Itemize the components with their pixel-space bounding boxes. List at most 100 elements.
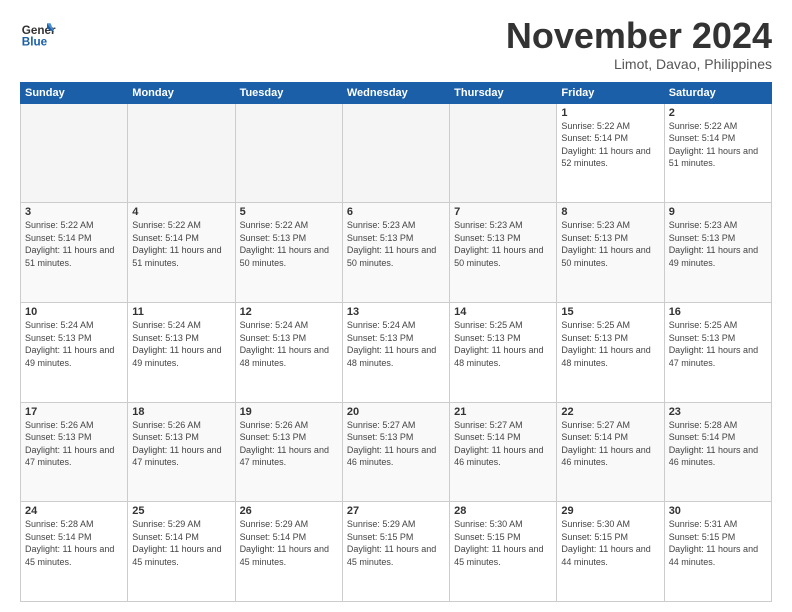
col-header-wednesday: Wednesday (342, 82, 449, 103)
day-number: 10 (25, 306, 123, 318)
day-info: Sunrise: 5:24 AM Sunset: 5:13 PM Dayligh… (240, 319, 338, 369)
day-cell: 18Sunrise: 5:26 AM Sunset: 5:13 PM Dayli… (128, 402, 235, 502)
day-cell: 6Sunrise: 5:23 AM Sunset: 5:13 PM Daylig… (342, 203, 449, 303)
day-number: 9 (669, 206, 767, 218)
day-info: Sunrise: 5:24 AM Sunset: 5:13 PM Dayligh… (25, 319, 123, 369)
week-row-3: 17Sunrise: 5:26 AM Sunset: 5:13 PM Dayli… (21, 402, 772, 502)
day-info: Sunrise: 5:27 AM Sunset: 5:13 PM Dayligh… (347, 419, 445, 469)
day-info: Sunrise: 5:26 AM Sunset: 5:13 PM Dayligh… (25, 419, 123, 469)
day-cell: 24Sunrise: 5:28 AM Sunset: 5:14 PM Dayli… (21, 502, 128, 602)
day-info: Sunrise: 5:24 AM Sunset: 5:13 PM Dayligh… (347, 319, 445, 369)
day-info: Sunrise: 5:25 AM Sunset: 5:13 PM Dayligh… (561, 319, 659, 369)
day-info: Sunrise: 5:22 AM Sunset: 5:14 PM Dayligh… (669, 120, 767, 170)
day-cell: 13Sunrise: 5:24 AM Sunset: 5:13 PM Dayli… (342, 302, 449, 402)
day-number: 17 (25, 406, 123, 418)
day-number: 5 (240, 206, 338, 218)
day-cell: 26Sunrise: 5:29 AM Sunset: 5:14 PM Dayli… (235, 502, 342, 602)
day-info: Sunrise: 5:26 AM Sunset: 5:13 PM Dayligh… (240, 419, 338, 469)
day-number: 2 (669, 107, 767, 119)
day-cell: 10Sunrise: 5:24 AM Sunset: 5:13 PM Dayli… (21, 302, 128, 402)
week-row-4: 24Sunrise: 5:28 AM Sunset: 5:14 PM Dayli… (21, 502, 772, 602)
day-number: 12 (240, 306, 338, 318)
day-cell: 23Sunrise: 5:28 AM Sunset: 5:14 PM Dayli… (664, 402, 771, 502)
page: General Blue November 2024 Limot, Davao,… (0, 0, 792, 612)
day-info: Sunrise: 5:23 AM Sunset: 5:13 PM Dayligh… (454, 219, 552, 269)
day-number: 28 (454, 505, 552, 517)
day-info: Sunrise: 5:29 AM Sunset: 5:14 PM Dayligh… (240, 518, 338, 568)
day-number: 1 (561, 107, 659, 119)
day-cell: 28Sunrise: 5:30 AM Sunset: 5:15 PM Dayli… (450, 502, 557, 602)
day-info: Sunrise: 5:29 AM Sunset: 5:14 PM Dayligh… (132, 518, 230, 568)
day-cell: 25Sunrise: 5:29 AM Sunset: 5:14 PM Dayli… (128, 502, 235, 602)
day-cell (235, 103, 342, 203)
day-cell: 20Sunrise: 5:27 AM Sunset: 5:13 PM Dayli… (342, 402, 449, 502)
day-cell: 15Sunrise: 5:25 AM Sunset: 5:13 PM Dayli… (557, 302, 664, 402)
day-cell: 17Sunrise: 5:26 AM Sunset: 5:13 PM Dayli… (21, 402, 128, 502)
day-number: 23 (669, 406, 767, 418)
col-header-sunday: Sunday (21, 82, 128, 103)
col-header-tuesday: Tuesday (235, 82, 342, 103)
title-block: November 2024 Limot, Davao, Philippines (506, 16, 772, 72)
day-cell: 27Sunrise: 5:29 AM Sunset: 5:15 PM Dayli… (342, 502, 449, 602)
day-number: 29 (561, 505, 659, 517)
day-info: Sunrise: 5:22 AM Sunset: 5:14 PM Dayligh… (132, 219, 230, 269)
day-cell: 4Sunrise: 5:22 AM Sunset: 5:14 PM Daylig… (128, 203, 235, 303)
day-info: Sunrise: 5:28 AM Sunset: 5:14 PM Dayligh… (25, 518, 123, 568)
day-info: Sunrise: 5:26 AM Sunset: 5:13 PM Dayligh… (132, 419, 230, 469)
day-info: Sunrise: 5:23 AM Sunset: 5:13 PM Dayligh… (561, 219, 659, 269)
day-number: 8 (561, 206, 659, 218)
day-info: Sunrise: 5:27 AM Sunset: 5:14 PM Dayligh… (561, 419, 659, 469)
day-number: 30 (669, 505, 767, 517)
day-info: Sunrise: 5:23 AM Sunset: 5:13 PM Dayligh… (347, 219, 445, 269)
day-cell (21, 103, 128, 203)
day-info: Sunrise: 5:22 AM Sunset: 5:14 PM Dayligh… (561, 120, 659, 170)
day-number: 18 (132, 406, 230, 418)
month-title: November 2024 (506, 16, 772, 56)
day-info: Sunrise: 5:25 AM Sunset: 5:13 PM Dayligh… (669, 319, 767, 369)
day-cell: 5Sunrise: 5:22 AM Sunset: 5:13 PM Daylig… (235, 203, 342, 303)
day-cell (342, 103, 449, 203)
day-cell: 19Sunrise: 5:26 AM Sunset: 5:13 PM Dayli… (235, 402, 342, 502)
day-cell: 16Sunrise: 5:25 AM Sunset: 5:13 PM Dayli… (664, 302, 771, 402)
day-number: 27 (347, 505, 445, 517)
day-cell: 2Sunrise: 5:22 AM Sunset: 5:14 PM Daylig… (664, 103, 771, 203)
day-number: 13 (347, 306, 445, 318)
week-row-1: 3Sunrise: 5:22 AM Sunset: 5:14 PM Daylig… (21, 203, 772, 303)
day-info: Sunrise: 5:22 AM Sunset: 5:13 PM Dayligh… (240, 219, 338, 269)
logo: General Blue (20, 16, 56, 52)
day-number: 11 (132, 306, 230, 318)
col-header-saturday: Saturday (664, 82, 771, 103)
day-number: 21 (454, 406, 552, 418)
day-info: Sunrise: 5:24 AM Sunset: 5:13 PM Dayligh… (132, 319, 230, 369)
day-info: Sunrise: 5:23 AM Sunset: 5:13 PM Dayligh… (669, 219, 767, 269)
day-cell: 3Sunrise: 5:22 AM Sunset: 5:14 PM Daylig… (21, 203, 128, 303)
day-number: 24 (25, 505, 123, 517)
day-number: 20 (347, 406, 445, 418)
day-cell: 1Sunrise: 5:22 AM Sunset: 5:14 PM Daylig… (557, 103, 664, 203)
day-cell: 9Sunrise: 5:23 AM Sunset: 5:13 PM Daylig… (664, 203, 771, 303)
day-cell: 29Sunrise: 5:30 AM Sunset: 5:15 PM Dayli… (557, 502, 664, 602)
logo-icon: General Blue (20, 16, 56, 52)
day-number: 26 (240, 505, 338, 517)
day-info: Sunrise: 5:31 AM Sunset: 5:15 PM Dayligh… (669, 518, 767, 568)
day-number: 4 (132, 206, 230, 218)
header: General Blue November 2024 Limot, Davao,… (20, 16, 772, 72)
day-cell (128, 103, 235, 203)
day-info: Sunrise: 5:27 AM Sunset: 5:14 PM Dayligh… (454, 419, 552, 469)
col-header-friday: Friday (557, 82, 664, 103)
day-cell: 11Sunrise: 5:24 AM Sunset: 5:13 PM Dayli… (128, 302, 235, 402)
day-number: 6 (347, 206, 445, 218)
day-info: Sunrise: 5:22 AM Sunset: 5:14 PM Dayligh… (25, 219, 123, 269)
day-cell: 21Sunrise: 5:27 AM Sunset: 5:14 PM Dayli… (450, 402, 557, 502)
calendar-table: SundayMondayTuesdayWednesdayThursdayFrid… (20, 82, 772, 602)
day-cell: 8Sunrise: 5:23 AM Sunset: 5:13 PM Daylig… (557, 203, 664, 303)
day-info: Sunrise: 5:28 AM Sunset: 5:14 PM Dayligh… (669, 419, 767, 469)
day-cell: 22Sunrise: 5:27 AM Sunset: 5:14 PM Dayli… (557, 402, 664, 502)
day-cell: 14Sunrise: 5:25 AM Sunset: 5:13 PM Dayli… (450, 302, 557, 402)
day-cell: 12Sunrise: 5:24 AM Sunset: 5:13 PM Dayli… (235, 302, 342, 402)
week-row-0: 1Sunrise: 5:22 AM Sunset: 5:14 PM Daylig… (21, 103, 772, 203)
day-info: Sunrise: 5:30 AM Sunset: 5:15 PM Dayligh… (454, 518, 552, 568)
day-number: 14 (454, 306, 552, 318)
day-info: Sunrise: 5:30 AM Sunset: 5:15 PM Dayligh… (561, 518, 659, 568)
day-number: 16 (669, 306, 767, 318)
